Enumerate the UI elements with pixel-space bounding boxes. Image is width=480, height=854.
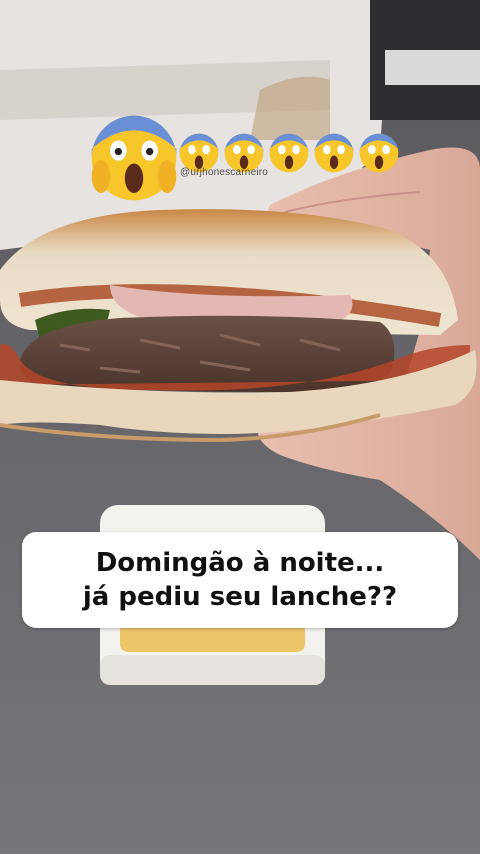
screaming-face-emoji-5 <box>359 133 399 173</box>
screaming-face-emoji-3 <box>269 133 309 173</box>
emoji-row <box>88 112 408 208</box>
screaming-face-emoji-4 <box>314 133 354 173</box>
caption-line-1: Domingão à noite... <box>95 548 385 578</box>
screaming-face-emoji-large <box>91 115 177 201</box>
watermark: @urjhonescarneiro <box>180 167 269 178</box>
caption-line-2: já pediu seu lanche?? <box>82 582 398 612</box>
caption-box: Domingão à noite... já pediu seu lanche?… <box>22 532 458 628</box>
